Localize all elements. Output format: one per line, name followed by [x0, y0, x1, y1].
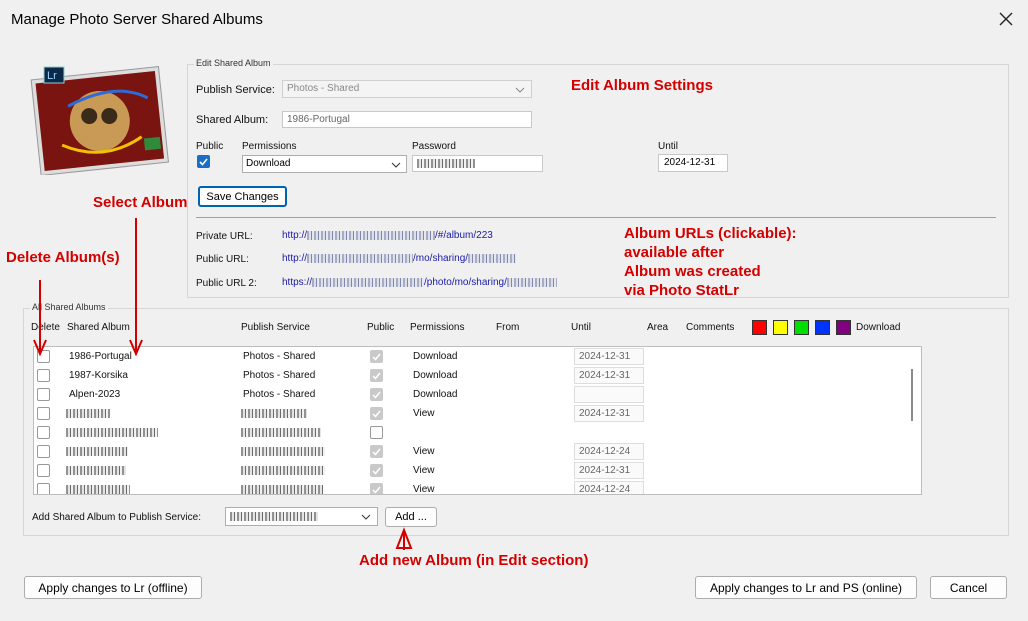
arrow-add-new-icon [395, 527, 413, 550]
annotation-arrows [33, 218, 413, 550]
arrow-delete-albums-icon [33, 280, 47, 357]
arrow-select-album-icon [129, 218, 143, 357]
